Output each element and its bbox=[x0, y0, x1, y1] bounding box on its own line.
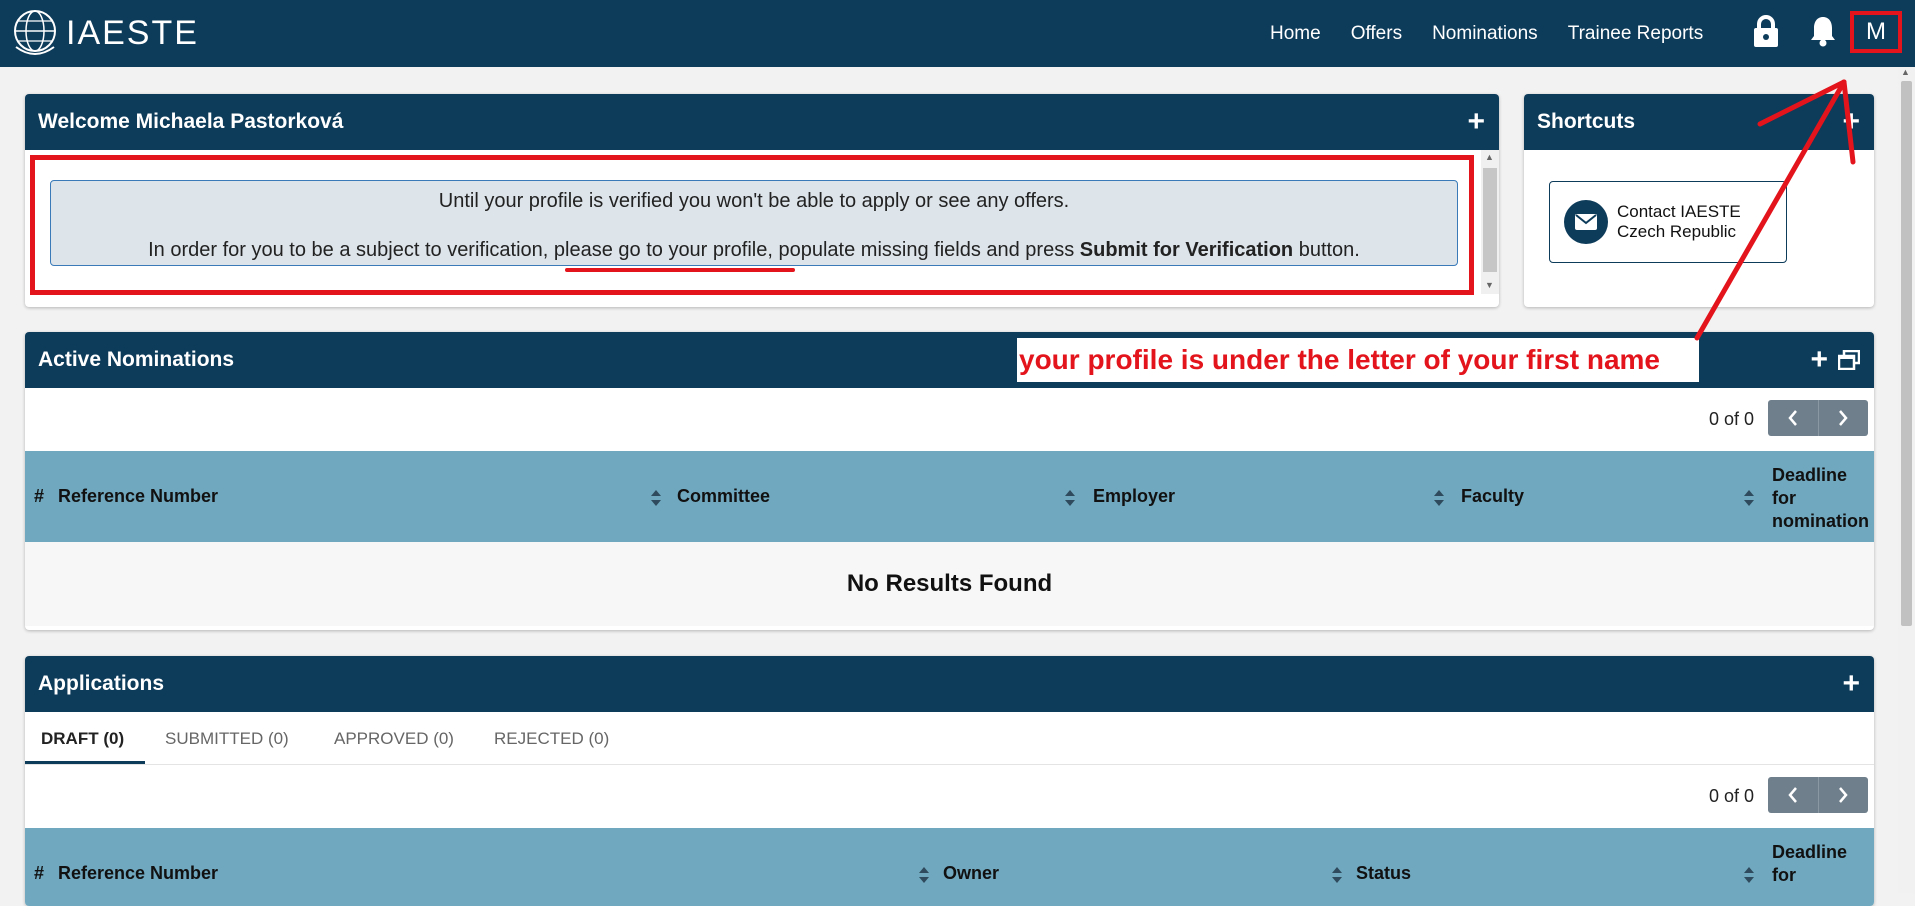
contact-iaeste-button[interactable]: Contact IAESTE Czech Republic bbox=[1549, 181, 1787, 263]
chevron-left-icon bbox=[1788, 410, 1797, 426]
alert-line-2: In order for you to be a subject to veri… bbox=[51, 239, 1457, 262]
tab-submitted[interactable]: SUBMITTED (0) bbox=[165, 729, 289, 749]
lock-icon[interactable] bbox=[1752, 14, 1780, 48]
nominations-pager-text: 0 of 0 bbox=[1708, 409, 1754, 429]
alert-text-prefix: In order for you to be a subject to veri… bbox=[148, 239, 554, 261]
alert-line-1: Until your profile is verified you won't… bbox=[438, 190, 1070, 212]
panel-scrollbar[interactable]: ▲ ▼ bbox=[1481, 150, 1499, 294]
deadline-word-3: nomination bbox=[1772, 511, 1869, 531]
sort-icon[interactable] bbox=[1743, 866, 1755, 884]
iaeste-logo[interactable]: IAESTE bbox=[12, 7, 199, 59]
scroll-up-icon[interactable]: ▲ bbox=[1901, 67, 1910, 77]
sort-icon[interactable] bbox=[650, 489, 662, 507]
profile-avatar-button[interactable]: M bbox=[1850, 11, 1902, 53]
next-page-button[interactable] bbox=[1817, 777, 1869, 813]
contact-line-2: Czech Republic bbox=[1617, 222, 1737, 241]
prev-page-button[interactable] bbox=[1768, 400, 1818, 436]
sort-icon[interactable] bbox=[918, 866, 930, 884]
shortcuts-title: Shortcuts bbox=[1537, 110, 1636, 133]
applications-header: Applications + bbox=[25, 656, 1874, 712]
sort-icon[interactable] bbox=[1433, 489, 1445, 507]
applications-table-header: # Reference Number Owner Status Deadline… bbox=[25, 828, 1874, 906]
plus-icon[interactable]: + bbox=[1810, 345, 1828, 375]
next-page-button[interactable] bbox=[1817, 400, 1869, 436]
envelope-icon bbox=[1564, 200, 1608, 244]
go-to-profile-link[interactable]: please go to your profile bbox=[554, 239, 767, 261]
nav-nominations[interactable]: Nominations bbox=[1432, 23, 1538, 45]
plus-icon[interactable]: + bbox=[1467, 107, 1485, 137]
tab-draft[interactable]: DRAFT (0) bbox=[41, 729, 124, 749]
chevron-right-icon bbox=[1839, 410, 1848, 426]
tab-rejected[interactable]: REJECTED (0) bbox=[494, 729, 609, 749]
shortcuts-header: Shortcuts + bbox=[1524, 94, 1874, 150]
applications-pager-text: 0 of 0 bbox=[1708, 786, 1754, 806]
sort-icon[interactable] bbox=[1064, 489, 1076, 507]
sort-icon[interactable] bbox=[1331, 866, 1343, 884]
deadline-word-2: for bbox=[1772, 865, 1796, 885]
col-index: # bbox=[34, 486, 45, 506]
col-reference-number[interactable]: Reference Number bbox=[58, 451, 218, 542]
scroll-down-icon[interactable]: ▼ bbox=[1485, 280, 1494, 290]
annotation-label: your profile is under the letter of your… bbox=[1017, 338, 1699, 382]
nav-home[interactable]: Home bbox=[1270, 23, 1321, 45]
alert-text-middle: , populate missing fields and press bbox=[767, 239, 1080, 261]
col-deadline[interactable]: Deadline for bbox=[1772, 841, 1847, 887]
col-reference-number[interactable]: Reference Number bbox=[58, 828, 218, 906]
plus-icon[interactable]: + bbox=[1842, 669, 1860, 699]
nav-offers[interactable]: Offers bbox=[1351, 23, 1402, 45]
submit-for-verification-text: Submit for Verification bbox=[1079, 239, 1294, 261]
deadline-word-1: Deadline bbox=[1772, 842, 1848, 862]
plus-icon[interactable]: + bbox=[1842, 107, 1860, 137]
nominations-title: Active Nominations bbox=[38, 348, 235, 371]
welcome-header: Welcome Michaela Pastorková + bbox=[25, 94, 1499, 150]
alert-text-suffix: button. bbox=[1293, 239, 1360, 261]
nominations-pager bbox=[1768, 400, 1868, 436]
nominations-table-header: # Reference Number Committee Employer Fa… bbox=[25, 451, 1874, 542]
verification-alert: Until your profile is verified you won't… bbox=[50, 180, 1458, 266]
col-status[interactable]: Status bbox=[1356, 828, 1411, 906]
globe-logo-icon bbox=[14, 10, 56, 55]
top-navbar: IAESTE Home Offers Nominations Trainee R… bbox=[0, 0, 1915, 67]
col-employer[interactable]: Employer bbox=[1093, 451, 1175, 542]
active-tab-indicator bbox=[25, 761, 145, 764]
welcome-panel: Welcome Michaela Pastorková + Until your… bbox=[25, 94, 1499, 307]
no-results-message: No Results Found bbox=[25, 542, 1874, 626]
applications-pager bbox=[1768, 777, 1868, 813]
shortcuts-panel: Shortcuts + Contact IAESTE Czech Republi… bbox=[1524, 94, 1874, 307]
nav-trainee-reports[interactable]: Trainee Reports bbox=[1568, 23, 1704, 45]
chevron-left-icon bbox=[1788, 787, 1797, 803]
col-faculty[interactable]: Faculty bbox=[1461, 451, 1524, 542]
page-scroll-thumb[interactable] bbox=[1901, 81, 1912, 626]
col-deadline-for-nomination[interactable]: Deadline for nomination bbox=[1772, 464, 1869, 533]
col-committee[interactable]: Committee bbox=[677, 451, 770, 542]
col-index: # bbox=[34, 863, 45, 883]
deadline-word-1: Deadline bbox=[1772, 465, 1848, 485]
applications-tabs: DRAFT (0) SUBMITTED (0) APPROVED (0) REJ… bbox=[25, 712, 1874, 765]
page-scrollbar[interactable]: ▲ bbox=[1898, 67, 1915, 893]
scroll-up-icon[interactable]: ▲ bbox=[1485, 152, 1494, 162]
panel-scroll-thumb[interactable] bbox=[1483, 168, 1497, 272]
applications-panel: Applications + DRAFT (0) SUBMITTED (0) A… bbox=[25, 656, 1874, 906]
contact-line-1: Contact IAESTE bbox=[1617, 202, 1741, 221]
sort-icon[interactable] bbox=[1743, 489, 1755, 507]
col-owner[interactable]: Owner bbox=[943, 828, 999, 906]
applications-title: Applications bbox=[38, 672, 165, 695]
window-restore-icon[interactable] bbox=[1838, 350, 1860, 370]
welcome-title: Welcome Michaela Pastorková bbox=[38, 110, 344, 133]
brand-name: IAESTE bbox=[66, 13, 199, 52]
tab-approved[interactable]: APPROVED (0) bbox=[334, 729, 454, 749]
bell-icon[interactable] bbox=[1809, 14, 1837, 48]
annotation-underline bbox=[565, 268, 795, 272]
deadline-word-2: for bbox=[1772, 488, 1796, 508]
chevron-right-icon bbox=[1839, 787, 1848, 803]
prev-page-button[interactable] bbox=[1768, 777, 1818, 813]
